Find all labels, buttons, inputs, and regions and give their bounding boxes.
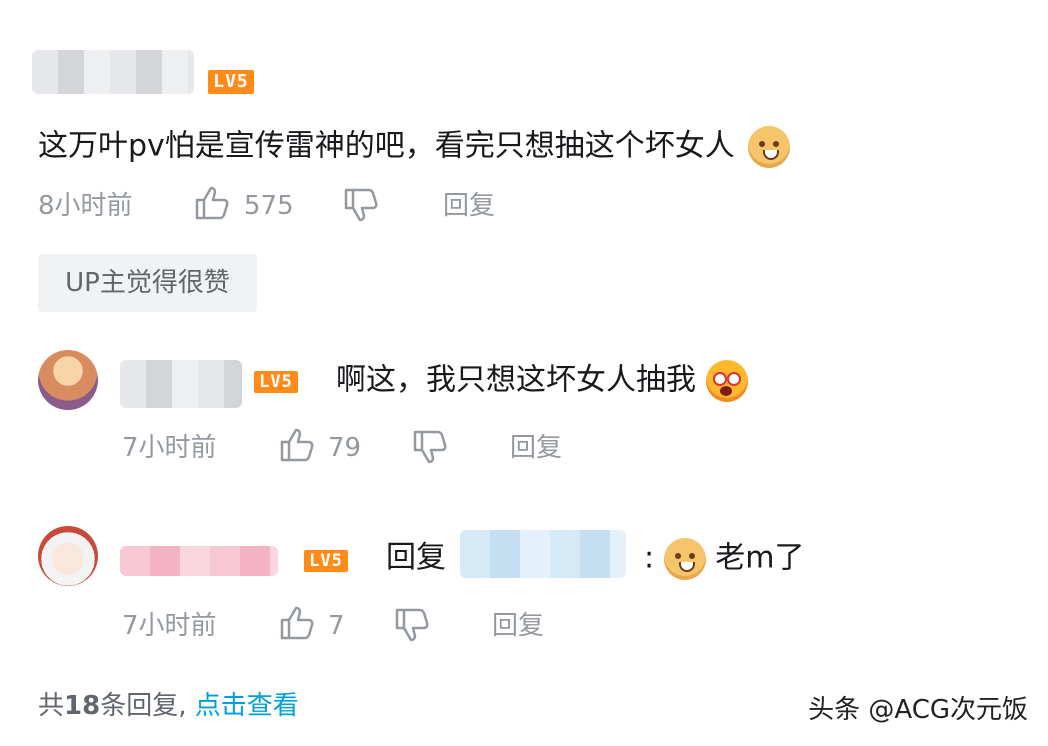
thumbs-up-icon[interactable] (278, 604, 316, 642)
level-badge: LV5 (304, 550, 348, 572)
thumbs-down-icon[interactable] (411, 428, 449, 466)
reply-text: : 老m了 (644, 538, 804, 580)
watermark: 头条 @ACG次元饭 (808, 695, 1028, 725)
username-blurred[interactable] (120, 546, 278, 576)
level-badge: LV5 (254, 371, 298, 393)
doge-emoji-icon (748, 126, 791, 168)
reply-button[interactable]: 回复 (443, 188, 495, 224)
comment-text: 这万叶pv怕是宣传雷神的吧，看完只想抽这个坏女人 (38, 126, 791, 168)
reply-time: 7小时前 (122, 433, 217, 463)
like-count: 575 (244, 191, 294, 221)
mentioned-user-blurred[interactable] (460, 530, 626, 578)
thumbs-down-icon[interactable] (342, 186, 380, 224)
avatar[interactable] (38, 526, 98, 586)
doge-emoji-icon (663, 538, 706, 580)
comment-time: 8小时前 (38, 191, 133, 221)
reply-count-summary: 共18条回复, 点击查看 (38, 691, 299, 721)
thumbs-up-icon[interactable] (278, 426, 316, 464)
reply-prefix: 回复 (386, 540, 446, 575)
reply-button[interactable]: 回复 (510, 430, 562, 466)
thumbs-down-icon[interactable] (393, 606, 431, 644)
thumbs-up-icon[interactable] (193, 184, 231, 222)
up-liked-badge: UP主觉得很赞 (38, 254, 257, 312)
level-badge: LV5 (208, 70, 254, 94)
reply-time: 7小时前 (122, 611, 217, 641)
view-replies-link[interactable]: 点击查看 (195, 691, 299, 721)
shocked-emoji-icon (705, 360, 748, 402)
like-count: 79 (328, 433, 362, 463)
username-blurred[interactable] (120, 360, 242, 408)
like-count: 7 (328, 611, 345, 641)
reply-button[interactable]: 回复 (492, 608, 544, 644)
avatar[interactable] (38, 350, 98, 410)
reply-text: 啊这，我只想这坏女人抽我 (336, 360, 748, 402)
username-blurred[interactable] (32, 50, 194, 94)
